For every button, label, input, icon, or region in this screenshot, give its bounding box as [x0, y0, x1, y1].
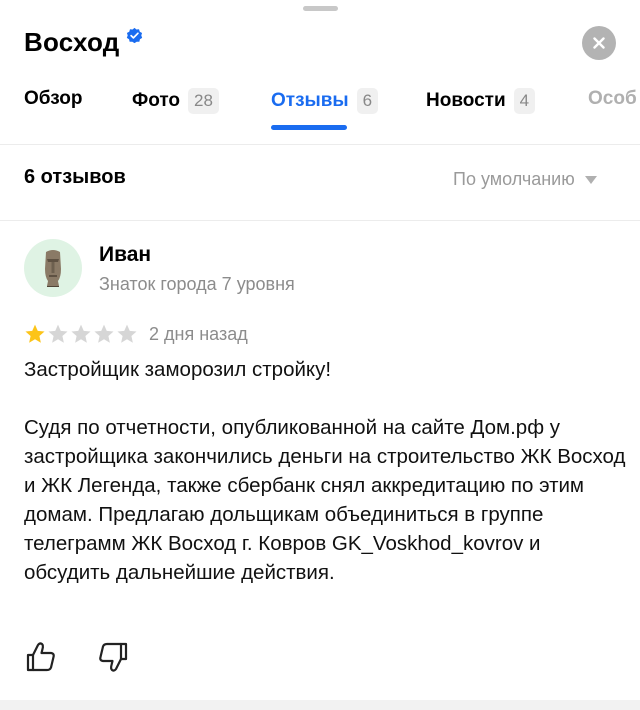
- tab-reviews[interactable]: Отзывы 6: [271, 88, 379, 114]
- review-actions: [24, 640, 168, 674]
- active-tab-indicator: [271, 125, 347, 130]
- star-icon: [94, 324, 114, 343]
- author-name[interactable]: Иван: [99, 243, 151, 267]
- avatar[interactable]: [24, 239, 82, 297]
- star-icon: [48, 324, 68, 343]
- divider: [0, 220, 640, 221]
- verified-badge-icon: [126, 27, 142, 44]
- tab-count-badge: 6: [356, 88, 379, 114]
- header: Восход: [24, 27, 143, 58]
- tab-bar: Обзор Фото 28 Отзывы 6 Новости 4 Особ: [0, 80, 640, 132]
- moai-avatar-icon: [45, 250, 61, 287]
- close-icon: [593, 37, 605, 49]
- tab-count-badge: 4: [513, 88, 536, 114]
- bottom-separator: [0, 700, 640, 710]
- author-level: Знаток города 7 уровня: [99, 274, 295, 294]
- tab-label: Особ: [588, 88, 637, 109]
- star-icon: [117, 324, 137, 343]
- star-icon: [25, 324, 45, 343]
- tab-label: Фото: [132, 90, 181, 111]
- thumbs-down-icon[interactable]: [96, 640, 130, 674]
- rating: 2 дня назад: [24, 323, 248, 345]
- review-date: 2 дня назад: [149, 323, 248, 344]
- reviews-count: 6 отзывов: [24, 166, 126, 188]
- tab-label: Отзывы: [271, 90, 349, 111]
- place-title: Восход: [24, 27, 120, 57]
- review-text: Застройщик заморозил стройку! Судя по от…: [24, 358, 626, 584]
- drag-handle[interactable]: [303, 6, 338, 11]
- chevron-down-icon: [584, 175, 597, 184]
- tab-overview[interactable]: Обзор: [24, 88, 82, 110]
- tab-features[interactable]: Особ: [588, 88, 637, 110]
- tab-count-badge: 28: [188, 88, 219, 114]
- sort-dropdown[interactable]: По умолчанию: [453, 169, 597, 190]
- star-icon: [71, 324, 91, 343]
- divider: [0, 144, 640, 145]
- tab-news[interactable]: Новости 4: [426, 88, 536, 114]
- close-button[interactable]: [582, 26, 616, 60]
- thumbs-up-icon[interactable]: [24, 640, 58, 674]
- tab-label: Обзор: [24, 88, 83, 109]
- tab-photos[interactable]: Фото 28: [132, 88, 219, 114]
- sort-label: По умолчанию: [453, 169, 575, 189]
- tab-label: Новости: [426, 90, 506, 111]
